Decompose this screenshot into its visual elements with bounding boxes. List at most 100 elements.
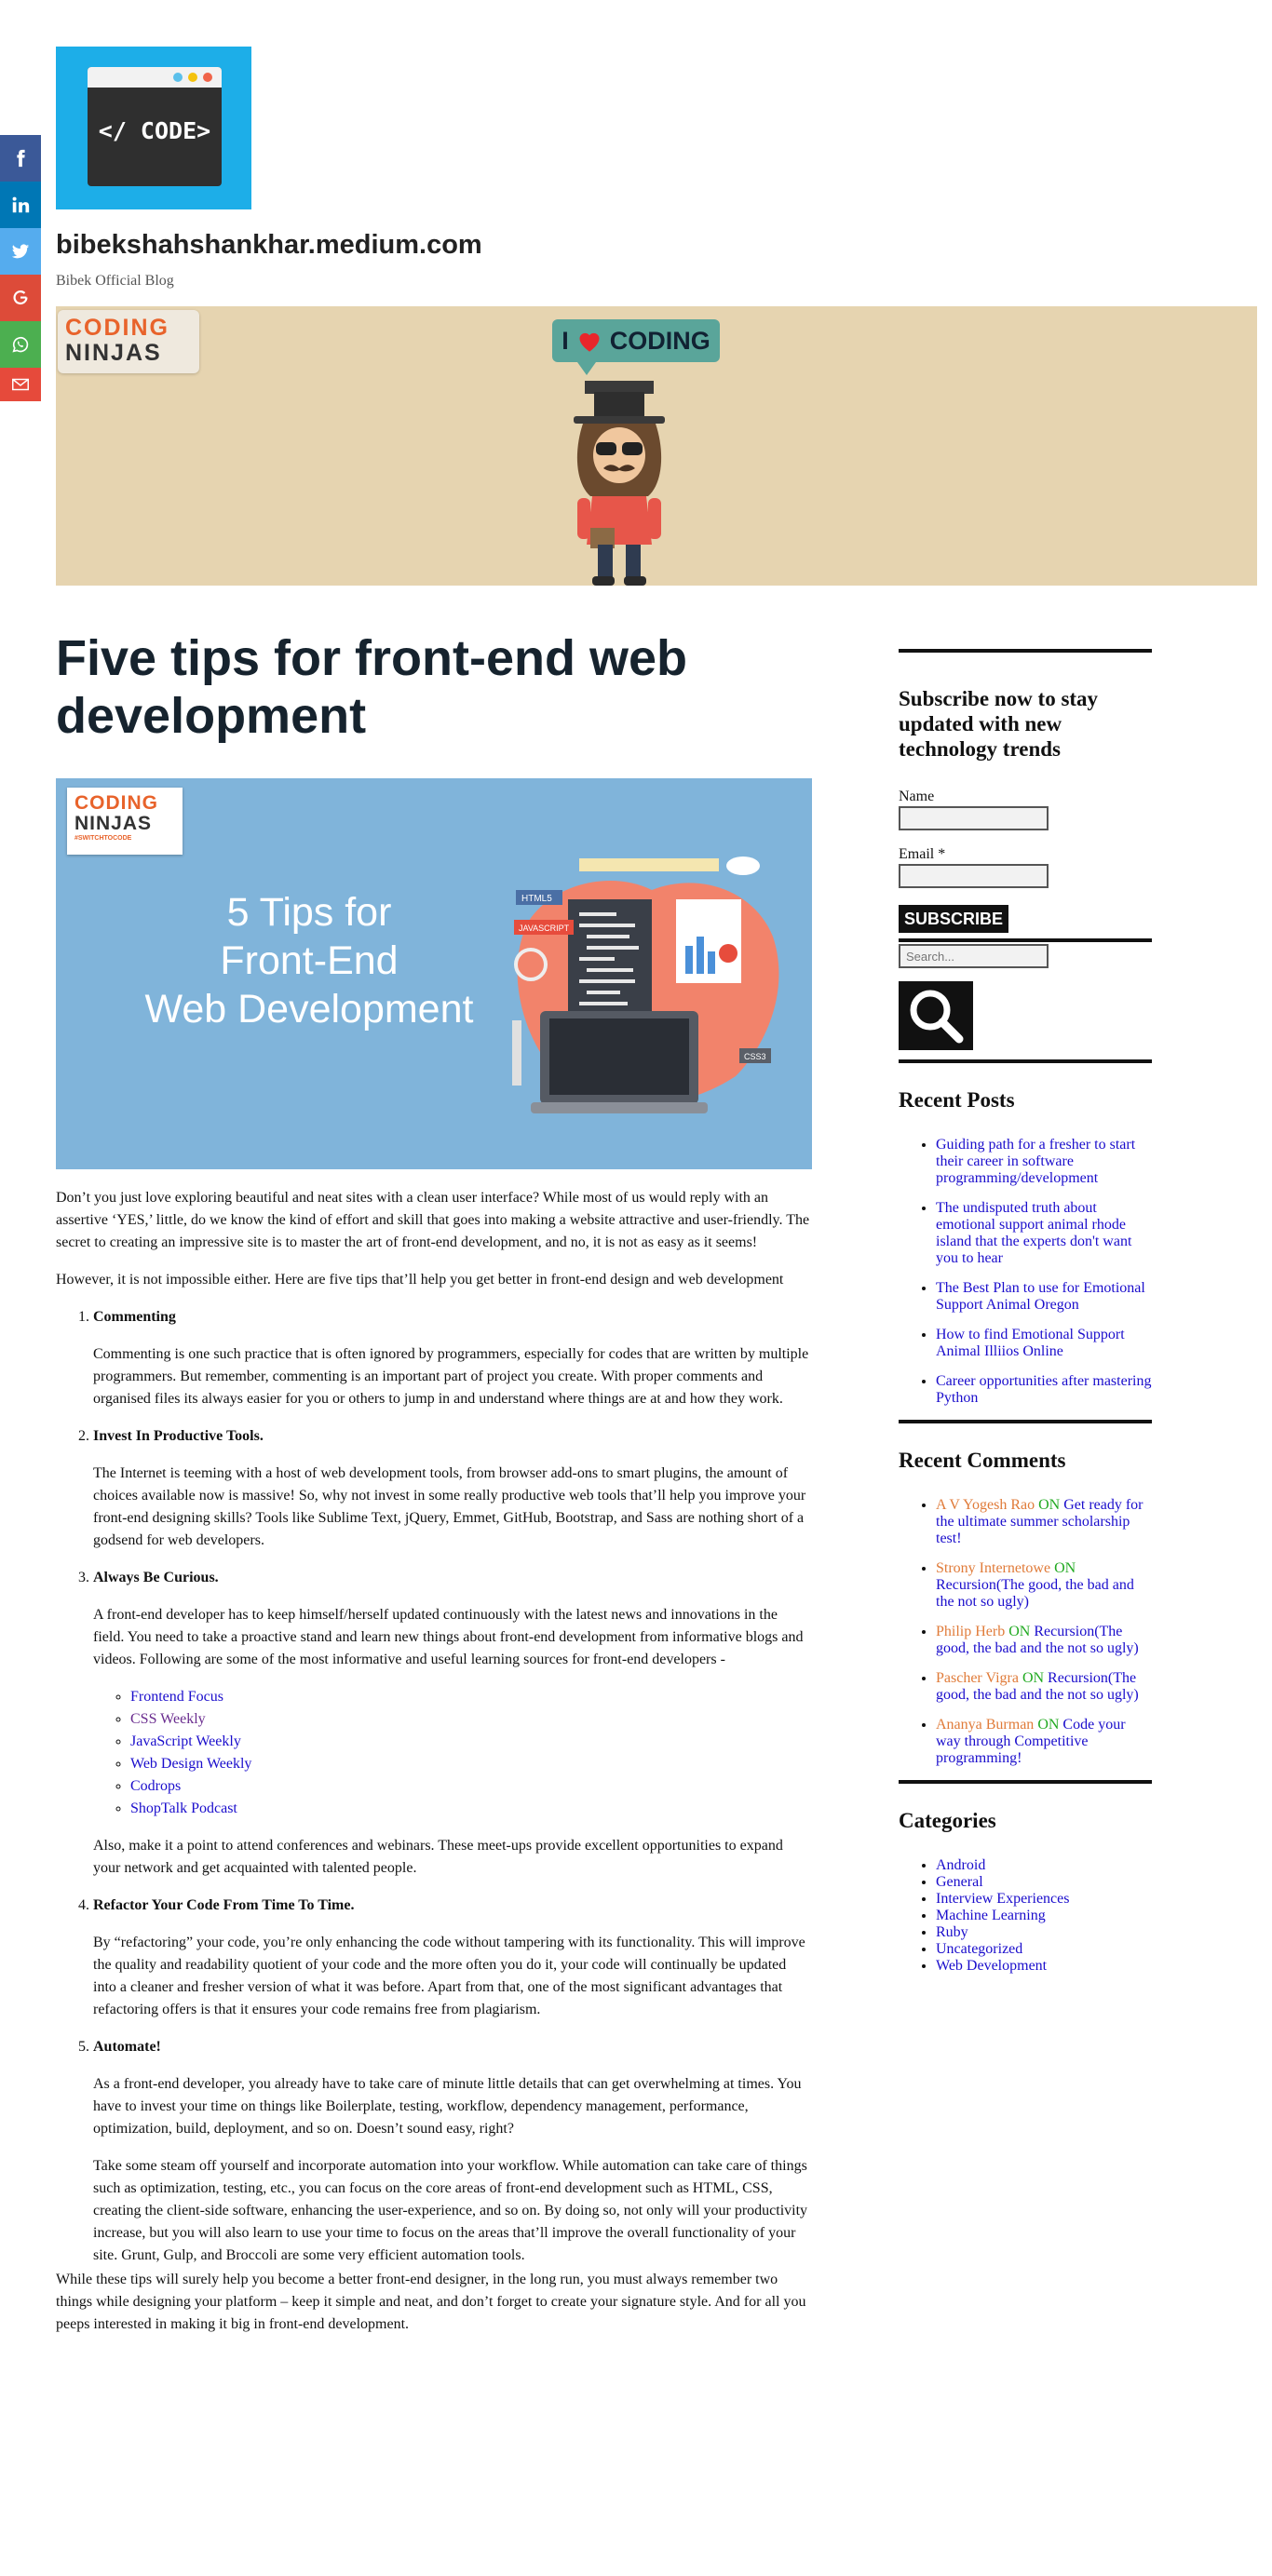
search-button[interactable] xyxy=(899,981,973,1050)
source-link-codrops[interactable]: Codrops xyxy=(130,1778,181,1794)
heart-icon xyxy=(579,332,600,352)
tip-heading: Invest In Productive Tools. xyxy=(93,1428,264,1444)
tip-item: Invest In Productive Tools. The Internet… xyxy=(93,1425,812,1552)
post-title: Five tips for front-end web development xyxy=(56,630,688,744)
svg-text:JAVASCRIPT: JAVASCRIPT xyxy=(519,924,570,933)
recent-comments-list: A V Yogesh Rao ON Get ready for the ulti… xyxy=(899,1497,1152,1767)
tip-heading: Refactor Your Code From Time To Time. xyxy=(93,1897,355,1913)
list-item: Machine Learning xyxy=(936,1908,1152,1924)
facebook-icon xyxy=(17,149,25,168)
subscribe-button[interactable]: SUBSCRIBE xyxy=(899,905,1009,933)
sidebar: Subscribe now to stay updated with new t… xyxy=(899,649,1152,1975)
learning-sources-list: Frontend Focus CSS Weekly JavaScript Wee… xyxy=(93,1686,812,1820)
recent-post-link[interactable]: Guiding path for a fresher to start thei… xyxy=(936,1137,1135,1186)
divider xyxy=(899,938,1152,942)
site-title[interactable]: bibekshahshankhar.medium.com xyxy=(56,225,482,266)
tip-paragraph: By “refactoring” your code, you’re only … xyxy=(93,1935,805,2017)
post-content: Don’t you just love exploring beautiful … xyxy=(56,1187,812,2351)
tips-list: Commenting Commenting is one such practi… xyxy=(56,1306,812,2267)
email-field[interactable] xyxy=(899,864,1049,888)
comment-item: Philip Herb ON Recursion(The good, the b… xyxy=(936,1624,1152,1657)
tip-paragraph: A front-end developer has to keep himsel… xyxy=(93,1607,804,1667)
tip-item: Refactor Your Code From Time To Time. By… xyxy=(93,1895,812,2021)
google-share-button[interactable] xyxy=(0,275,41,321)
ninja-character-illustration xyxy=(574,381,665,586)
tip-heading: Commenting xyxy=(93,1309,176,1325)
comment-author-link[interactable]: Ananya Burman xyxy=(936,1717,1034,1733)
svg-text:HTML5: HTML5 xyxy=(521,894,552,904)
whatsapp-share-button[interactable] xyxy=(0,321,41,368)
list-item: The undisputed truth about emotional sup… xyxy=(936,1200,1152,1267)
linkedin-icon xyxy=(12,196,30,213)
recent-post-link[interactable]: The undisputed truth about emotional sup… xyxy=(936,1200,1131,1266)
recent-post-link[interactable]: Career opportunities after mastering Pyt… xyxy=(936,1373,1151,1406)
category-link-web-development[interactable]: Web Development xyxy=(936,1958,1047,1974)
tip-paragraph: Also, make it a point to attend conferen… xyxy=(93,1838,783,1876)
facebook-share-button[interactable] xyxy=(0,135,41,182)
source-link-shoptalk-podcast[interactable]: ShopTalk Podcast xyxy=(130,1801,237,1816)
tip-paragraph: As a front-end developer, you already ha… xyxy=(93,2076,802,2137)
list-item: Uncategorized xyxy=(936,1941,1152,1958)
code-window-graphic: </ CODE> xyxy=(88,67,222,186)
category-link-interview-experiences[interactable]: Interview Experiences xyxy=(936,1891,1069,1907)
comment-author-link[interactable]: Pascher Vigra xyxy=(936,1670,1019,1686)
comment-author-link[interactable]: A V Yogesh Rao xyxy=(936,1497,1035,1513)
search-icon xyxy=(910,990,964,1044)
list-item: General xyxy=(936,1874,1152,1891)
featured-image: CODING NINJAS #SWITCHTOCODE 5 Tips for F… xyxy=(56,778,812,1169)
header-banner: CODING NINJAS I CODING xyxy=(56,306,1257,586)
list-item: JavaScript Weekly xyxy=(130,1731,812,1753)
source-link-javascript-weekly[interactable]: JavaScript Weekly xyxy=(130,1733,241,1749)
source-link-web-design-weekly[interactable]: Web Design Weekly xyxy=(130,1756,251,1772)
linkedin-share-button[interactable] xyxy=(0,182,41,228)
list-item: Frontend Focus xyxy=(130,1686,812,1708)
twitter-share-button[interactable] xyxy=(0,228,41,275)
comment-author-link[interactable]: Strony Internetowe xyxy=(936,1560,1050,1576)
comment-item: A V Yogesh Rao ON Get ready for the ulti… xyxy=(936,1497,1152,1547)
recent-post-link[interactable]: The Best Plan to use for Emotional Suppo… xyxy=(936,1280,1145,1313)
email-label: Email * xyxy=(899,846,946,862)
comment-item: Strony Internetowe ON Recursion(The good… xyxy=(936,1560,1152,1611)
comment-author-link[interactable]: Philip Herb xyxy=(936,1624,1005,1639)
comment-post-link[interactable]: Recursion(The good, the bad and the not … xyxy=(936,1577,1134,1610)
recent-comments-heading: Recent Comments xyxy=(899,1449,1066,1472)
list-item: Guiding path for a fresher to start thei… xyxy=(936,1137,1152,1187)
tip-paragraph: Take some steam off yourself and incorpo… xyxy=(93,2158,808,2263)
google-icon xyxy=(13,290,28,305)
categories-heading: Categories xyxy=(899,1809,996,1832)
list-item: ShopTalk Podcast xyxy=(130,1798,812,1820)
site-tagline: Bibek Official Blog xyxy=(56,273,174,289)
list-item: Web Design Weekly xyxy=(130,1753,812,1775)
list-item: How to find Emotional Support Animal Ill… xyxy=(936,1327,1152,1360)
subscribe-widget: Subscribe now to stay updated with new t… xyxy=(899,653,1152,933)
category-link-android[interactable]: Android xyxy=(936,1857,985,1873)
email-share-button[interactable] xyxy=(0,368,41,401)
comment-item: Pascher Vigra ON Recursion(The good, the… xyxy=(936,1670,1152,1704)
list-item: Career opportunities after mastering Pyt… xyxy=(936,1373,1152,1407)
name-field[interactable] xyxy=(899,806,1049,830)
recent-post-link[interactable]: How to find Emotional Support Animal Ill… xyxy=(936,1327,1125,1359)
recent-comments-widget: Recent Comments A V Yogesh Rao ON Get re… xyxy=(899,1423,1152,1767)
recent-posts-widget: Recent Posts Guiding path for a fresher … xyxy=(899,1063,1152,1407)
list-item: The Best Plan to use for Emotional Suppo… xyxy=(936,1280,1152,1314)
tip-paragraph: The Internet is teeming with a host of w… xyxy=(93,1465,806,1548)
tip-item: Always Be Curious. A front-end developer… xyxy=(93,1567,812,1880)
category-link-uncategorized[interactable]: Uncategorized xyxy=(936,1941,1022,1957)
source-link-css-weekly[interactable]: CSS Weekly xyxy=(130,1711,206,1727)
list-item: Codrops xyxy=(130,1775,812,1798)
tip-item: Commenting Commenting is one such practi… xyxy=(93,1306,812,1410)
subscribe-heading: Subscribe now to stay updated with new t… xyxy=(899,687,1099,761)
category-link-ruby[interactable]: Ruby xyxy=(936,1924,968,1940)
recent-posts-heading: Recent Posts xyxy=(899,1088,1015,1112)
list-item: CSS Weekly xyxy=(130,1708,812,1731)
closing-paragraph: While these tips will surely help you be… xyxy=(56,2272,806,2332)
intro-paragraph: Don’t you just love exploring beautiful … xyxy=(56,1190,810,1250)
category-link-general[interactable]: General xyxy=(936,1874,983,1890)
search-input[interactable] xyxy=(899,944,1049,968)
site-logo[interactable]: </ CODE> xyxy=(56,47,251,209)
list-item: Web Development xyxy=(936,1958,1152,1975)
name-label: Name xyxy=(899,789,935,804)
source-link-frontend-focus[interactable]: Frontend Focus xyxy=(130,1689,223,1705)
category-link-machine-learning[interactable]: Machine Learning xyxy=(936,1908,1046,1923)
comment-item: Ananya Burman ON Code your way through C… xyxy=(936,1717,1152,1767)
